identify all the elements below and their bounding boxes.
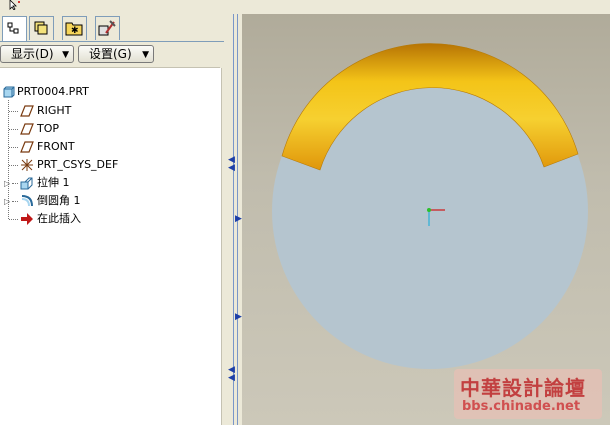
tab-tools[interactable] <box>95 16 120 40</box>
select-cursor-icon[interactable] <box>8 0 22 10</box>
forum-watermark: 中華設計論壇 bbs.chinade.net <box>454 369 602 419</box>
tree-connector <box>9 165 18 166</box>
model-tree-icon <box>7 22 19 34</box>
model-tree: PRT0004.PRT RIGHT TOP FRONT PRT_CSYS_DEF… <box>0 68 222 425</box>
top-toolbar-strip <box>0 0 610 14</box>
expand-right-icon[interactable]: ▶ <box>235 215 242 224</box>
tree-connector <box>12 183 18 184</box>
datum-plane-icon <box>20 123 34 135</box>
tab-model-tree[interactable] <box>2 16 27 42</box>
coordinate-system-icon <box>21 159 33 171</box>
tree-item-label: 倒圆角 1 <box>37 194 81 207</box>
tree-item-label: 拉伸 1 <box>37 176 70 189</box>
layers-icon <box>34 21 48 35</box>
tree-connector <box>9 111 18 112</box>
tree-expand-toggle[interactable]: ▷ <box>4 175 10 191</box>
collapse-left-icon[interactable]: ◀ ◀ <box>228 156 235 173</box>
expand-right-icon[interactable]: ▶ <box>235 313 242 322</box>
watermark-title: 中華設計論壇 <box>460 376 586 400</box>
tab-folder-browser[interactable]: ✱ <box>62 16 87 40</box>
graphics-window[interactable]: 中華設計論壇 bbs.chinade.net <box>242 14 610 425</box>
tree-item-label: RIGHT <box>37 104 72 117</box>
tab-layers[interactable] <box>29 16 54 40</box>
round-icon <box>21 195 33 207</box>
settings-dropdown-button[interactable]: 设置(G) ▼ <box>78 45 154 63</box>
tree-connector <box>9 219 18 220</box>
insert-here-arrow-icon <box>21 213 33 225</box>
tab-divider <box>0 41 224 42</box>
expand-arrow-icon: ▷ <box>4 197 11 206</box>
csys-origin <box>427 208 431 212</box>
show-label: 显示(D) <box>11 47 54 61</box>
tree-item-label: TOP <box>37 122 60 135</box>
tree-item-label: FRONT <box>37 140 75 153</box>
folder-star-icon: ✱ <box>65 22 83 36</box>
tree-root-label: PRT0004.PRT <box>17 85 89 98</box>
tree-item-label: 在此插入 <box>37 212 81 225</box>
tree-connector <box>12 201 18 202</box>
datum-plane-icon <box>20 105 34 117</box>
watermark-url: bbs.chinade.net <box>462 399 581 414</box>
tools-icon <box>98 20 116 36</box>
datum-plane-icon <box>20 141 34 153</box>
tree-connector <box>9 129 18 130</box>
svg-text:✱: ✱ <box>71 26 79 36</box>
splitter-line <box>233 14 234 425</box>
tree-connector <box>9 147 18 148</box>
tree-item-label: PRT_CSYS_DEF <box>37 158 119 171</box>
chevron-down-icon: ▼ <box>142 50 149 60</box>
show-dropdown-button[interactable]: 显示(D) ▼ <box>0 45 74 63</box>
model-view <box>272 43 588 369</box>
settings-label: 设置(G) <box>89 47 132 61</box>
part-icon <box>3 86 15 98</box>
collapse-left-icon[interactable]: ◀ ◀ <box>228 366 235 383</box>
extrude-icon <box>20 177 33 190</box>
tree-expand-toggle[interactable]: ▷ <box>4 193 10 209</box>
chevron-down-icon: ▼ <box>62 50 69 60</box>
expand-arrow-icon: ▷ <box>4 179 11 188</box>
